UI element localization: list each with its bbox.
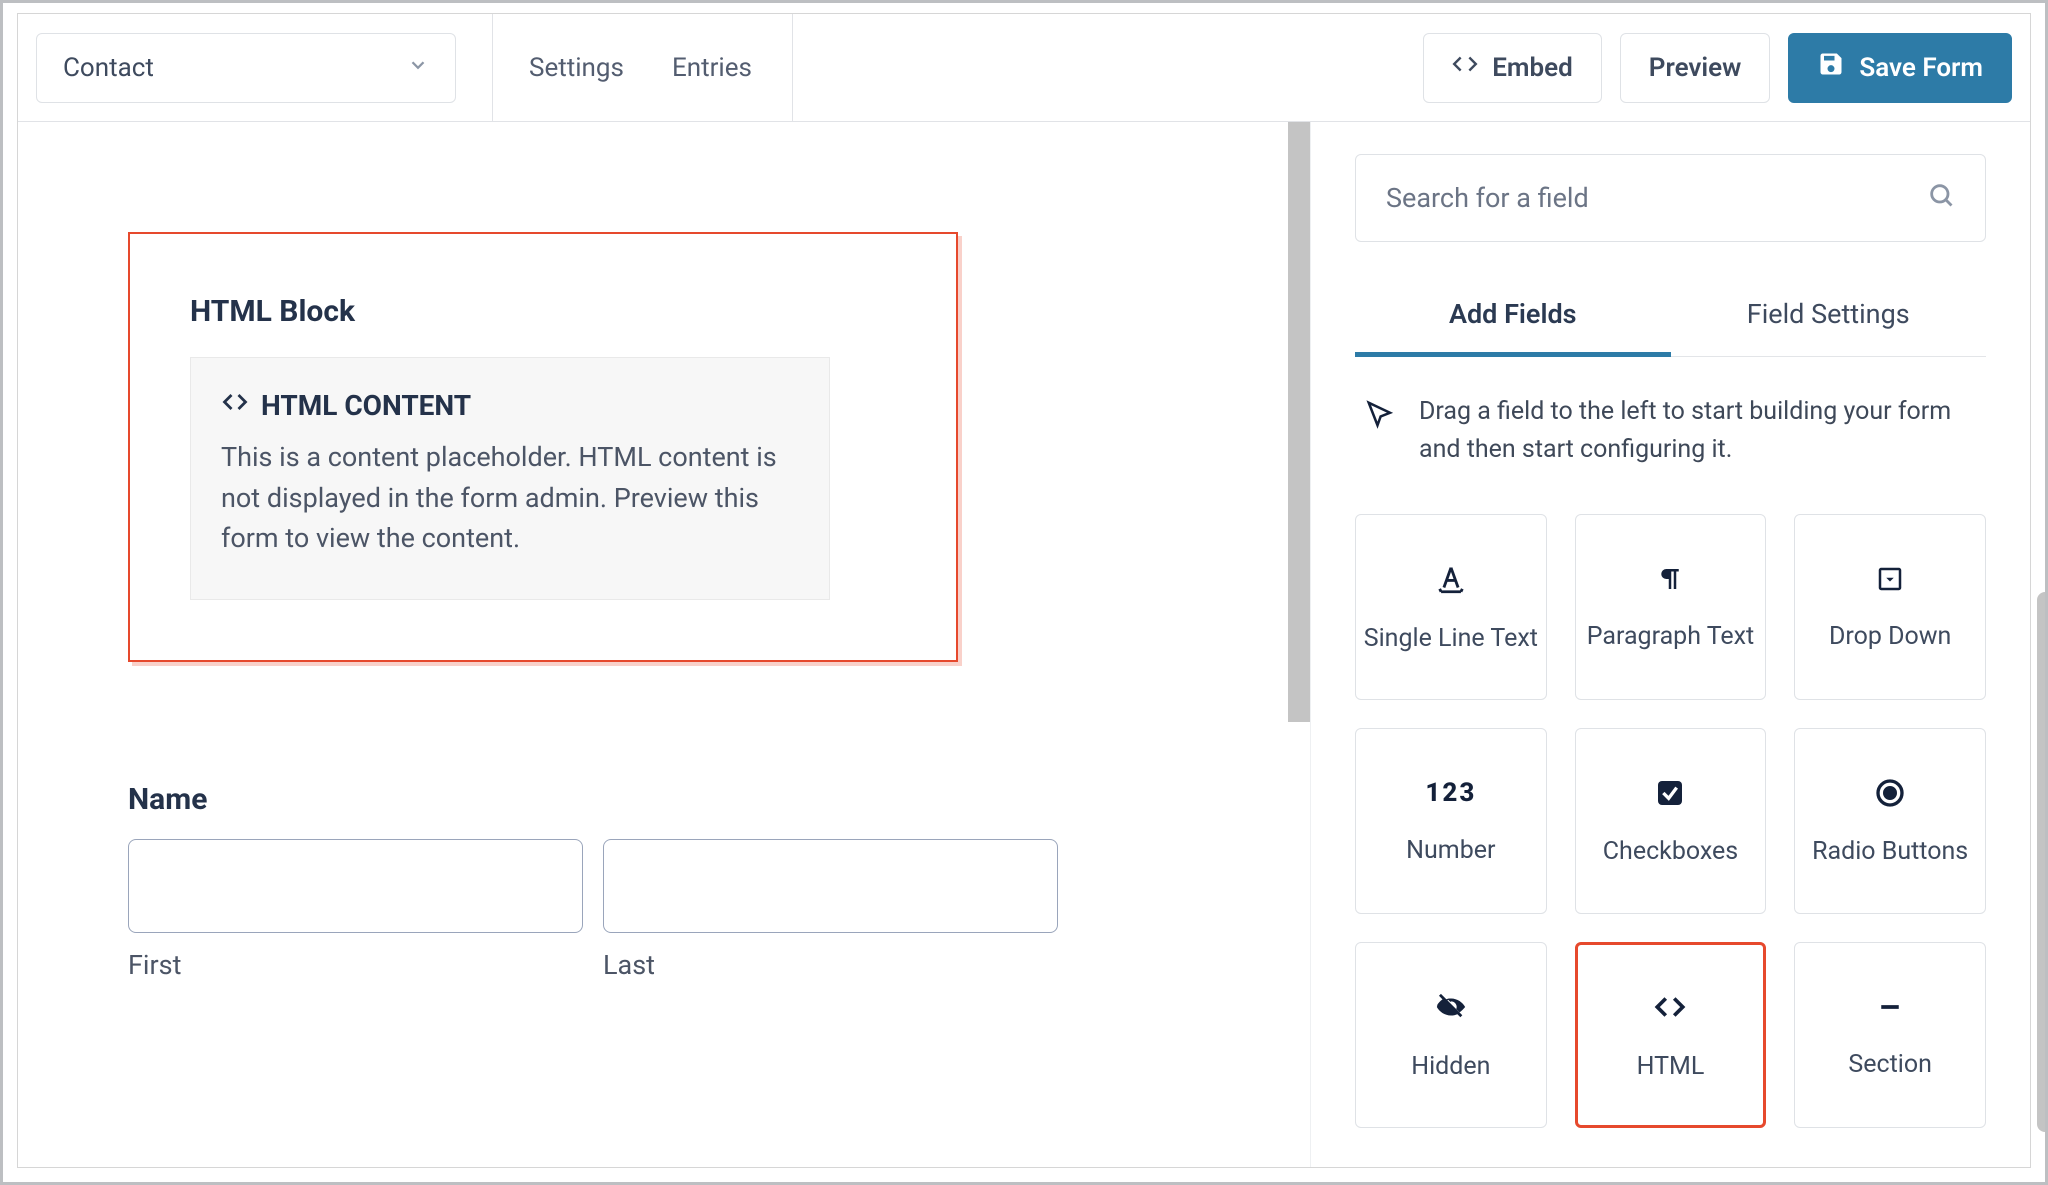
code-icon [221,388,249,423]
field-tile-paragraph-text[interactable]: Paragraph Text [1575,514,1767,700]
search-field-input[interactable]: Search for a field [1355,154,1986,242]
field-tile-hidden[interactable]: Hidden [1355,942,1547,1128]
link-entries[interactable]: Entries [672,53,752,83]
name-field[interactable]: Name First Last [128,782,1058,981]
first-name-column: First [128,839,583,981]
search-placeholder: Search for a field [1386,182,1589,214]
tile-label: Paragraph Text [1587,622,1755,651]
tile-label: Single Line Text [1364,624,1538,653]
html-content-heading: HTML CONTENT [221,388,799,423]
topbar: Contact Settings Entries Embed Preview [18,14,2030,122]
divider [792,14,793,122]
html-content-body: This is a content placeholder. HTML cont… [221,437,799,559]
divider [492,14,493,122]
form-selector[interactable]: Contact [36,33,456,103]
dropdown-icon [1875,564,1905,594]
field-tile-dropdown[interactable]: Drop Down [1794,514,1986,700]
text-icon [1434,562,1468,596]
hidden-icon [1434,990,1468,1024]
html-block-field[interactable]: HTML Block HTML CONTENT This is a conten… [128,232,958,662]
app-frame: Contact Settings Entries Embed Preview [0,0,2048,1185]
radio-icon [1874,777,1906,809]
scrollbar[interactable] [1288,122,1310,722]
last-name-column: Last [603,839,1058,981]
tile-label: Hidden [1411,1052,1490,1081]
code-icon [1452,51,1478,84]
cursor-icon [1365,393,1395,433]
app-inner: Contact Settings Entries Embed Preview [17,13,2031,1168]
save-button[interactable]: Save Form [1788,33,2012,103]
tile-label: Section [1848,1050,1932,1079]
tile-label: HTML [1637,1052,1705,1081]
preview-button[interactable]: Preview [1620,33,1771,103]
embed-button[interactable]: Embed [1423,33,1602,103]
paragraph-icon [1655,564,1685,594]
tile-label: Radio Buttons [1812,837,1968,866]
last-name-sublabel: Last [603,949,1058,981]
drag-hint-text: Drag a field to the left to start buildi… [1419,393,1976,468]
search-icon [1927,181,1955,216]
top-links: Settings Entries [529,53,752,83]
save-label: Save Form [1859,53,1983,83]
panel-tabs: Add Fields Field Settings [1355,278,1986,357]
html-block-title: HTML Block [190,294,896,329]
field-grid: Single Line Text Paragraph Text Drop Dow… [1355,514,1986,1128]
form-canvas: HTML Block HTML CONTENT This is a conten… [18,122,1310,1167]
html-content-heading-text: HTML CONTENT [261,389,471,422]
field-tile-single-line-text[interactable]: Single Line Text [1355,514,1547,700]
last-name-input[interactable] [603,839,1058,933]
field-tile-number[interactable]: 123 Number [1355,728,1547,914]
checkbox-icon [1654,777,1686,809]
embed-label: Embed [1492,53,1573,83]
html-content-placeholder: HTML CONTENT This is a content placehold… [190,357,830,600]
tile-label: Drop Down [1829,622,1951,651]
name-field-label: Name [128,782,1058,817]
number-icon: 123 [1425,778,1476,808]
drag-hint: Drag a field to the left to start buildi… [1355,357,1986,478]
form-selector-label: Contact [63,53,154,83]
tile-label: Checkboxes [1603,837,1738,866]
name-inputs: First Last [128,839,1058,981]
tile-label: Number [1406,836,1495,865]
link-settings[interactable]: Settings [529,53,624,83]
field-tile-html[interactable]: HTML [1575,942,1767,1128]
field-tile-checkboxes[interactable]: Checkboxes [1575,728,1767,914]
save-icon [1817,50,1845,85]
first-name-sublabel: First [128,949,583,981]
tab-field-settings[interactable]: Field Settings [1671,278,1987,356]
minus-icon [1875,992,1905,1022]
preview-label: Preview [1649,53,1742,83]
scrollbar[interactable] [2037,592,2048,1132]
right-panel: Search for a field Add Fields Field Sett… [1310,122,2030,1167]
first-name-input[interactable] [128,839,583,933]
code-icon [1653,990,1687,1024]
tab-add-fields[interactable]: Add Fields [1355,278,1671,357]
field-tile-section[interactable]: Section [1794,942,1986,1128]
chevron-down-icon [407,53,429,83]
field-tile-radio-buttons[interactable]: Radio Buttons [1794,728,1986,914]
main: HTML Block HTML CONTENT This is a conten… [18,122,2030,1167]
